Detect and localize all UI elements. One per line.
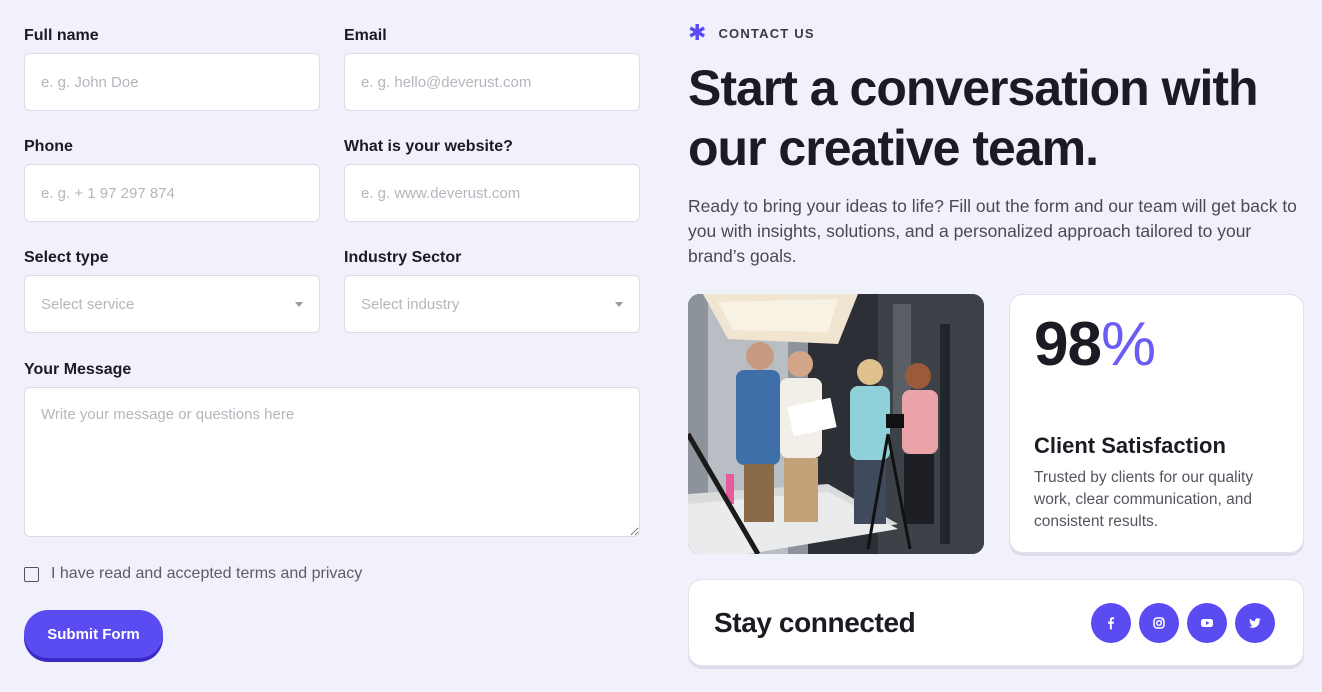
instagram-icon	[1153, 617, 1165, 629]
stat-number: 98	[1034, 310, 1102, 379]
eyebrow: ✱ CONTACT US	[688, 20, 815, 45]
website-label: What is your website?	[344, 138, 513, 155]
industry-select[interactable]: Select industry	[344, 275, 640, 333]
submit-button[interactable]: Submit Form	[24, 610, 163, 658]
twitter-link[interactable]	[1235, 603, 1275, 643]
phone-input[interactable]	[24, 164, 320, 222]
industry-label: Industry Sector	[344, 249, 462, 266]
email-label: Email	[344, 27, 387, 44]
intro-text: Ready to bring your ideas to life? Fill …	[688, 196, 1297, 266]
select-type-label: Select type	[24, 249, 109, 266]
youtube-icon	[1201, 619, 1213, 627]
stat-value: 98%	[1034, 309, 1156, 380]
facebook-link[interactable]	[1091, 603, 1131, 643]
chevron-down-icon	[295, 301, 303, 307]
facebook-icon	[1108, 617, 1115, 630]
stay-connected-card: Stay connected	[688, 579, 1304, 666]
terms-checkbox[interactable]	[24, 566, 39, 582]
service-select-value: Select service	[41, 295, 135, 313]
page-title: Start a conversation with our creative t…	[688, 60, 1259, 176]
asterisk-icon: ✱	[688, 20, 707, 45]
terms-row: I have read and accepted terms and priva…	[24, 565, 362, 583]
youtube-link[interactable]	[1187, 603, 1227, 643]
email-input[interactable]	[344, 53, 640, 111]
instagram-link[interactable]	[1139, 603, 1179, 643]
stat-title: Client Satisfaction	[1034, 433, 1226, 458]
team-photo	[688, 294, 984, 554]
twitter-icon	[1249, 618, 1261, 628]
full-name-label: Full name	[24, 27, 99, 44]
terms-label: I have read and accepted terms and priva…	[51, 565, 363, 582]
stat-description: Trusted by clients for our quality work,…	[1034, 469, 1254, 530]
stat-suffix: %	[1100, 310, 1156, 379]
chevron-down-icon	[615, 301, 623, 307]
service-select[interactable]: Select service	[24, 275, 320, 333]
industry-select-value: Select industry	[361, 295, 460, 313]
phone-label: Phone	[24, 138, 73, 155]
stay-connected-title: Stay connected	[714, 607, 916, 638]
team-photo-illustration	[688, 294, 984, 554]
satisfaction-card: 98% Client Satisfaction Trusted by clien…	[1009, 294, 1304, 553]
eyebrow-text: CONTACT US	[718, 25, 815, 41]
message-label: Your Message	[24, 361, 132, 378]
full-name-input[interactable]	[24, 53, 320, 111]
message-textarea[interactable]	[24, 387, 640, 537]
website-input[interactable]	[344, 164, 640, 222]
